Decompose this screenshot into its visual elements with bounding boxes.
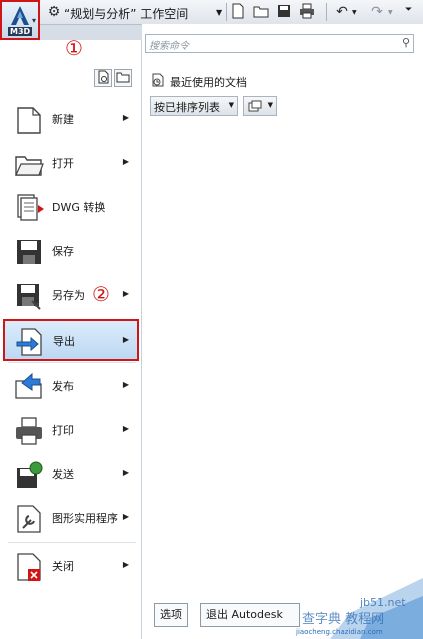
sort-order-select[interactable]: 按已排序列表 ▼ [150,96,238,116]
menu-item-label: 发布 [52,380,74,393]
toolbar-divider [326,3,327,21]
dwg-convert-icon [17,194,44,221]
save-icon[interactable] [275,3,293,21]
print-icon [16,417,42,445]
send-icon [17,461,43,488]
menu-divider [8,542,136,543]
toolbar-divider [226,3,227,21]
chevron-down-icon: ▼ [228,101,234,109]
chevron-right-icon: ▶ [122,468,129,477]
chevron-right-icon: ▶ [122,335,129,344]
drawing-utilities-icon [17,505,41,533]
menu-divider [8,362,136,363]
icon-view-icon [248,100,262,112]
chevron-right-icon: ▶ [122,512,129,521]
open-documents-icon[interactable] [114,69,132,87]
menu-item-print[interactable]: 打印 ▶ [4,410,137,452]
autodesk-logo-icon [11,6,29,25]
publish-icon [15,372,42,399]
sort-order-value: 按已排序列表 [154,101,220,114]
menu-item-label: 新建 [52,113,74,126]
search-placeholder: 搜索命令 [149,41,189,52]
chevron-down-icon[interactable]: ▼ [216,8,222,17]
exit-button[interactable]: 退出 Autodesk [200,603,300,627]
menu-item-close[interactable]: 关闭 ▶ [4,546,137,588]
step-marker-1: ① [65,36,83,60]
customize-toolbar-icon[interactable]: ⏷ [405,5,412,15]
open-folder-icon [15,156,44,176]
menu-item-label: 打印 [52,424,74,437]
new-tab-icon[interactable] [94,69,112,87]
close-document-icon [17,553,41,581]
menu-item-open[interactable]: 打开 ▶ [4,143,137,185]
menu-item-save-as[interactable]: 另存为 ▶ [4,275,137,317]
chevron-right-icon: ▶ [122,289,129,298]
menu-item-label: 发送 [52,468,74,481]
gear-icon[interactable]: ⚙ [45,3,63,21]
chevron-right-icon: ▶ [122,560,129,569]
menu-item-save[interactable]: 保存 [4,231,137,273]
menu-item-export[interactable]: 导出 ▶ [3,319,139,361]
watermark-title: 查字典 教程网 [302,612,385,627]
open-folder-icon[interactable] [252,3,270,21]
menu-item-label: 导出 [53,335,75,348]
menu-item-drawing-utilities[interactable]: 图形实用程序 ▶ [4,498,137,540]
chevron-right-icon: ▶ [122,424,129,433]
search-input[interactable]: 搜索命令 ⚲ [145,34,414,53]
chevron-right-icon: ▶ [122,157,129,166]
menu-item-label: 图形实用程序 [52,512,118,525]
new-file-icon[interactable] [229,3,247,21]
recent-documents-panel [142,24,423,639]
watermark-url: jiaocheng.chazidian.com [296,628,383,636]
save-icon [17,240,41,264]
workspace-switcher[interactable]: “规划与分析” 工作空间 [64,5,188,22]
quick-access-toolbar: ⚙ “规划与分析” 工作空间 ▼ ↶ ▼ ↷ ▼ ⏷ [0,0,423,25]
print-icon[interactable] [298,3,316,21]
chevron-right-icon: ▶ [122,113,129,122]
chevron-down-icon: ▾ [31,16,36,25]
view-mode-select[interactable]: ▼ [243,96,277,116]
save-as-icon [17,284,41,310]
step-marker-2: ② [92,282,110,306]
menu-item-label: 打开 [52,157,74,170]
application-menu-button[interactable]: M3D ▾ [0,0,40,40]
export-icon [16,328,42,356]
menu-item-label: 另存为 [52,289,85,302]
recent-documents-title: 最近使用的文档 [170,76,247,89]
new-document-icon [17,107,41,134]
undo-icon[interactable]: ↶ [333,3,351,21]
menu-item-send[interactable]: 发送 ▶ [4,454,137,496]
undo-dropdown-icon[interactable]: ▼ [352,9,357,16]
menu-item-new[interactable]: 新建 ▶ [4,99,137,141]
menu-item-dwg-convert[interactable]: DWG 转换 [4,187,137,229]
redo-icon[interactable]: ↷ [368,3,386,21]
app-badge: M3D [8,27,33,36]
chevron-down-icon: ▼ [267,101,273,109]
menu-item-publish[interactable]: 发布 ▶ [4,366,137,408]
menu-item-label: DWG 转换 [52,201,106,214]
options-button[interactable]: 选项 [154,603,188,627]
menu-item-label: 保存 [52,245,74,258]
recent-documents-icon [152,73,164,87]
redo-dropdown-icon[interactable]: ▼ [388,9,393,16]
chevron-right-icon: ▶ [122,380,129,389]
menu-item-label: 关闭 [52,560,74,573]
search-icon[interactable]: ⚲ [402,36,410,49]
